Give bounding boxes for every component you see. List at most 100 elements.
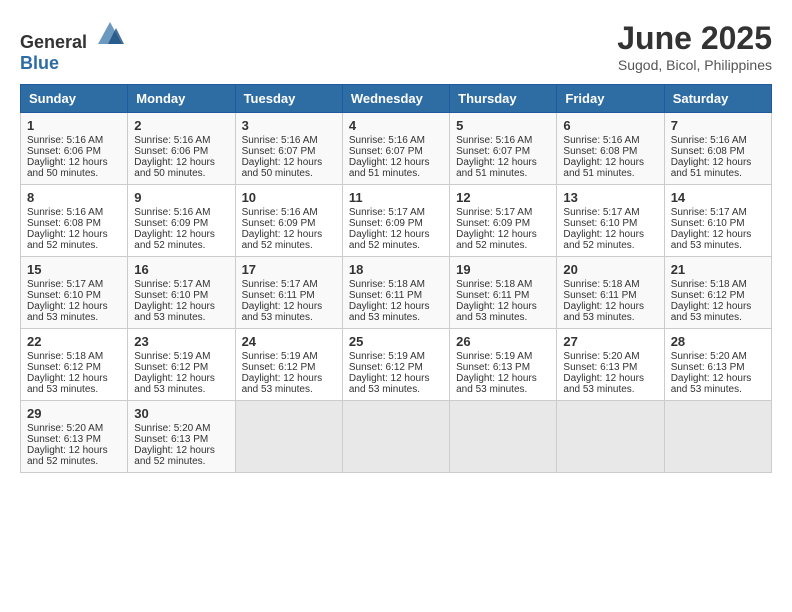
- table-row: 10Sunrise: 5:16 AMSunset: 6:09 PMDayligh…: [235, 185, 342, 257]
- table-row: 24Sunrise: 5:19 AMSunset: 6:12 PMDayligh…: [235, 329, 342, 401]
- daylight-label: Daylight: 12 hoursand 53 minutes.: [456, 301, 537, 323]
- sunrise-label: Sunrise: 5:16 AM: [27, 135, 103, 146]
- sunrise-label: Sunrise: 5:17 AM: [349, 207, 425, 218]
- sunset-label: Sunset: 6:08 PM: [671, 146, 745, 157]
- sunrise-label: Sunrise: 5:18 AM: [456, 279, 532, 290]
- day-number: 27: [563, 334, 657, 349]
- day-number: 6: [563, 118, 657, 133]
- sunset-label: Sunset: 6:11 PM: [456, 290, 529, 301]
- daylight-label: Daylight: 12 hoursand 50 minutes.: [27, 157, 108, 179]
- day-number: 29: [27, 406, 121, 421]
- day-number: 9: [134, 190, 228, 205]
- day-number: 22: [27, 334, 121, 349]
- day-number: 28: [671, 334, 765, 349]
- daylight-label: Daylight: 12 hoursand 53 minutes.: [671, 301, 752, 323]
- day-number: 10: [242, 190, 336, 205]
- day-number: 20: [563, 262, 657, 277]
- daylight-label: Daylight: 12 hoursand 50 minutes.: [242, 157, 323, 179]
- day-number: 14: [671, 190, 765, 205]
- sunrise-label: Sunrise: 5:16 AM: [242, 207, 318, 218]
- daylight-label: Daylight: 12 hoursand 52 minutes.: [456, 229, 537, 251]
- daylight-label: Daylight: 12 hoursand 53 minutes.: [134, 373, 215, 395]
- table-row: 12Sunrise: 5:17 AMSunset: 6:09 PMDayligh…: [450, 185, 557, 257]
- sunset-label: Sunset: 6:10 PM: [671, 218, 745, 229]
- table-row: 2Sunrise: 5:16 AMSunset: 6:06 PMDaylight…: [128, 113, 235, 185]
- sunset-label: Sunset: 6:13 PM: [134, 434, 208, 445]
- week-row-1: 1Sunrise: 5:16 AMSunset: 6:06 PMDaylight…: [21, 113, 772, 185]
- daylight-label: Daylight: 12 hoursand 52 minutes.: [242, 229, 323, 251]
- week-row-3: 15Sunrise: 5:17 AMSunset: 6:10 PMDayligh…: [21, 257, 772, 329]
- day-number: 7: [671, 118, 765, 133]
- page-header: General Blue June 2025 Sugod, Bicol, Phi…: [20, 20, 772, 74]
- daylight-label: Daylight: 12 hoursand 53 minutes.: [671, 373, 752, 395]
- col-friday: Friday: [557, 85, 664, 113]
- sunrise-label: Sunrise: 5:20 AM: [671, 351, 747, 362]
- table-row: 25Sunrise: 5:19 AMSunset: 6:12 PMDayligh…: [342, 329, 449, 401]
- col-sunday: Sunday: [21, 85, 128, 113]
- day-number: 23: [134, 334, 228, 349]
- calendar-table: Sunday Monday Tuesday Wednesday Thursday…: [20, 84, 772, 473]
- location-title: Sugod, Bicol, Philippines: [617, 57, 772, 73]
- logo: General Blue: [20, 20, 124, 74]
- day-number: 15: [27, 262, 121, 277]
- table-row: 1Sunrise: 5:16 AMSunset: 6:06 PMDaylight…: [21, 113, 128, 185]
- day-number: 30: [134, 406, 228, 421]
- daylight-label: Daylight: 12 hoursand 53 minutes.: [242, 373, 323, 395]
- daylight-label: Daylight: 12 hoursand 53 minutes.: [349, 373, 430, 395]
- sunset-label: Sunset: 6:12 PM: [349, 362, 423, 373]
- table-row: [235, 401, 342, 473]
- logo-general: General: [20, 32, 87, 52]
- daylight-label: Daylight: 12 hoursand 52 minutes.: [27, 445, 108, 467]
- sunset-label: Sunset: 6:08 PM: [563, 146, 637, 157]
- day-number: 13: [563, 190, 657, 205]
- sunrise-label: Sunrise: 5:17 AM: [134, 279, 210, 290]
- day-number: 24: [242, 334, 336, 349]
- day-number: 19: [456, 262, 550, 277]
- table-row: 15Sunrise: 5:17 AMSunset: 6:10 PMDayligh…: [21, 257, 128, 329]
- sunrise-label: Sunrise: 5:19 AM: [242, 351, 318, 362]
- table-row: 21Sunrise: 5:18 AMSunset: 6:12 PMDayligh…: [664, 257, 771, 329]
- sunset-label: Sunset: 6:13 PM: [27, 434, 101, 445]
- table-row: 20Sunrise: 5:18 AMSunset: 6:11 PMDayligh…: [557, 257, 664, 329]
- day-number: 12: [456, 190, 550, 205]
- sunrise-label: Sunrise: 5:16 AM: [349, 135, 425, 146]
- sunset-label: Sunset: 6:09 PM: [134, 218, 208, 229]
- daylight-label: Daylight: 12 hoursand 52 minutes.: [563, 229, 644, 251]
- sunrise-label: Sunrise: 5:16 AM: [134, 207, 210, 218]
- table-row: 14Sunrise: 5:17 AMSunset: 6:10 PMDayligh…: [664, 185, 771, 257]
- sunrise-label: Sunrise: 5:16 AM: [671, 135, 747, 146]
- sunrise-label: Sunrise: 5:18 AM: [671, 279, 747, 290]
- table-row: [450, 401, 557, 473]
- sunset-label: Sunset: 6:09 PM: [349, 218, 423, 229]
- day-number: 25: [349, 334, 443, 349]
- day-number: 3: [242, 118, 336, 133]
- col-monday: Monday: [128, 85, 235, 113]
- sunset-label: Sunset: 6:06 PM: [134, 146, 208, 157]
- week-row-5: 29Sunrise: 5:20 AMSunset: 6:13 PMDayligh…: [21, 401, 772, 473]
- table-row: 19 Sunrise: 5:18 AMSunset: 6:11 PMDayligh…: [450, 257, 557, 329]
- table-row: 11Sunrise: 5:17 AMSunset: 6:09 PMDayligh…: [342, 185, 449, 257]
- table-row: 22Sunrise: 5:18 AMSunset: 6:12 PMDayligh…: [21, 329, 128, 401]
- day-number: 17: [242, 262, 336, 277]
- sunset-label: Sunset: 6:13 PM: [671, 362, 745, 373]
- table-row: 16Sunrise: 5:17 AMSunset: 6:10 PMDayligh…: [128, 257, 235, 329]
- sunrise-label: Sunrise: 5:16 AM: [242, 135, 318, 146]
- sunset-label: Sunset: 6:12 PM: [134, 362, 208, 373]
- col-tuesday: Tuesday: [235, 85, 342, 113]
- daylight-label: Daylight: 12 hoursand 53 minutes.: [27, 373, 108, 395]
- day-number: 18: [349, 262, 443, 277]
- table-row: [342, 401, 449, 473]
- day-number: 11: [349, 190, 443, 205]
- sunrise-label: Sunrise: 5:18 AM: [563, 279, 639, 290]
- sunrise-label: Sunrise: 5:17 AM: [563, 207, 639, 218]
- table-row: 28 Sunrise: 5:20 AMSunset: 6:13 PMDayligh…: [664, 329, 771, 401]
- sunset-label: Sunset: 6:07 PM: [349, 146, 423, 157]
- sunrise-label: Sunrise: 5:20 AM: [563, 351, 639, 362]
- sunrise-label: Sunrise: 5:19 AM: [134, 351, 210, 362]
- daylight-label: Daylight: 12 hoursand 52 minutes.: [134, 445, 215, 467]
- day-number: 21: [671, 262, 765, 277]
- daylight-label: Daylight: 12 hoursand 51 minutes.: [456, 157, 537, 179]
- table-row: 27Sunrise: 5:20 AMSunset: 6:13 PMDayligh…: [557, 329, 664, 401]
- sunset-label: Sunset: 6:11 PM: [242, 290, 315, 301]
- table-row: 7Sunrise: 5:16 AMSunset: 6:08 PMDaylight…: [664, 113, 771, 185]
